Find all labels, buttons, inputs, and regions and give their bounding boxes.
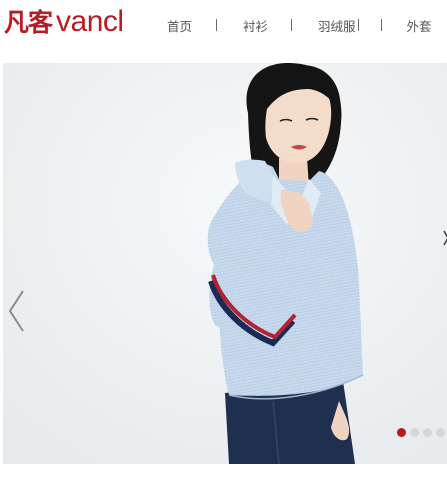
nav-item-home[interactable]: 首页 (167, 16, 192, 35)
logo-chinese-text: 凡客 (4, 8, 53, 37)
nav-divider (216, 19, 218, 31)
promo-banner[interactable] (3, 63, 447, 464)
nav-item-shirts[interactable]: 衬衫 (243, 16, 268, 35)
logo-english-text: vancl (56, 5, 124, 38)
nav-divider (357, 19, 359, 31)
carousel-dot-2[interactable] (410, 428, 419, 437)
banner-photo (3, 63, 447, 464)
carousel-dots (397, 428, 447, 437)
chevron-right-icon[interactable] (443, 228, 447, 248)
carousel-dot-4[interactable] (436, 428, 445, 437)
site-header: 凡客 vancl 首页 衬衫 羽绒服 外套 (0, 0, 447, 50)
carousel-dot-3[interactable] (423, 428, 432, 437)
nav-divider (380, 19, 382, 31)
nav-item-coats[interactable]: 外套 (407, 16, 432, 35)
nav-divider (291, 19, 293, 31)
chevron-left-icon[interactable] (5, 288, 27, 334)
main-nav: 首页 衬衫 羽绒服 外套 (150, 16, 447, 34)
carousel-dot-1[interactable] (397, 428, 406, 437)
nav-item-down-jackets[interactable]: 羽绒服 (318, 16, 356, 35)
vancl-logo[interactable]: 凡客 vancl (4, 3, 124, 39)
